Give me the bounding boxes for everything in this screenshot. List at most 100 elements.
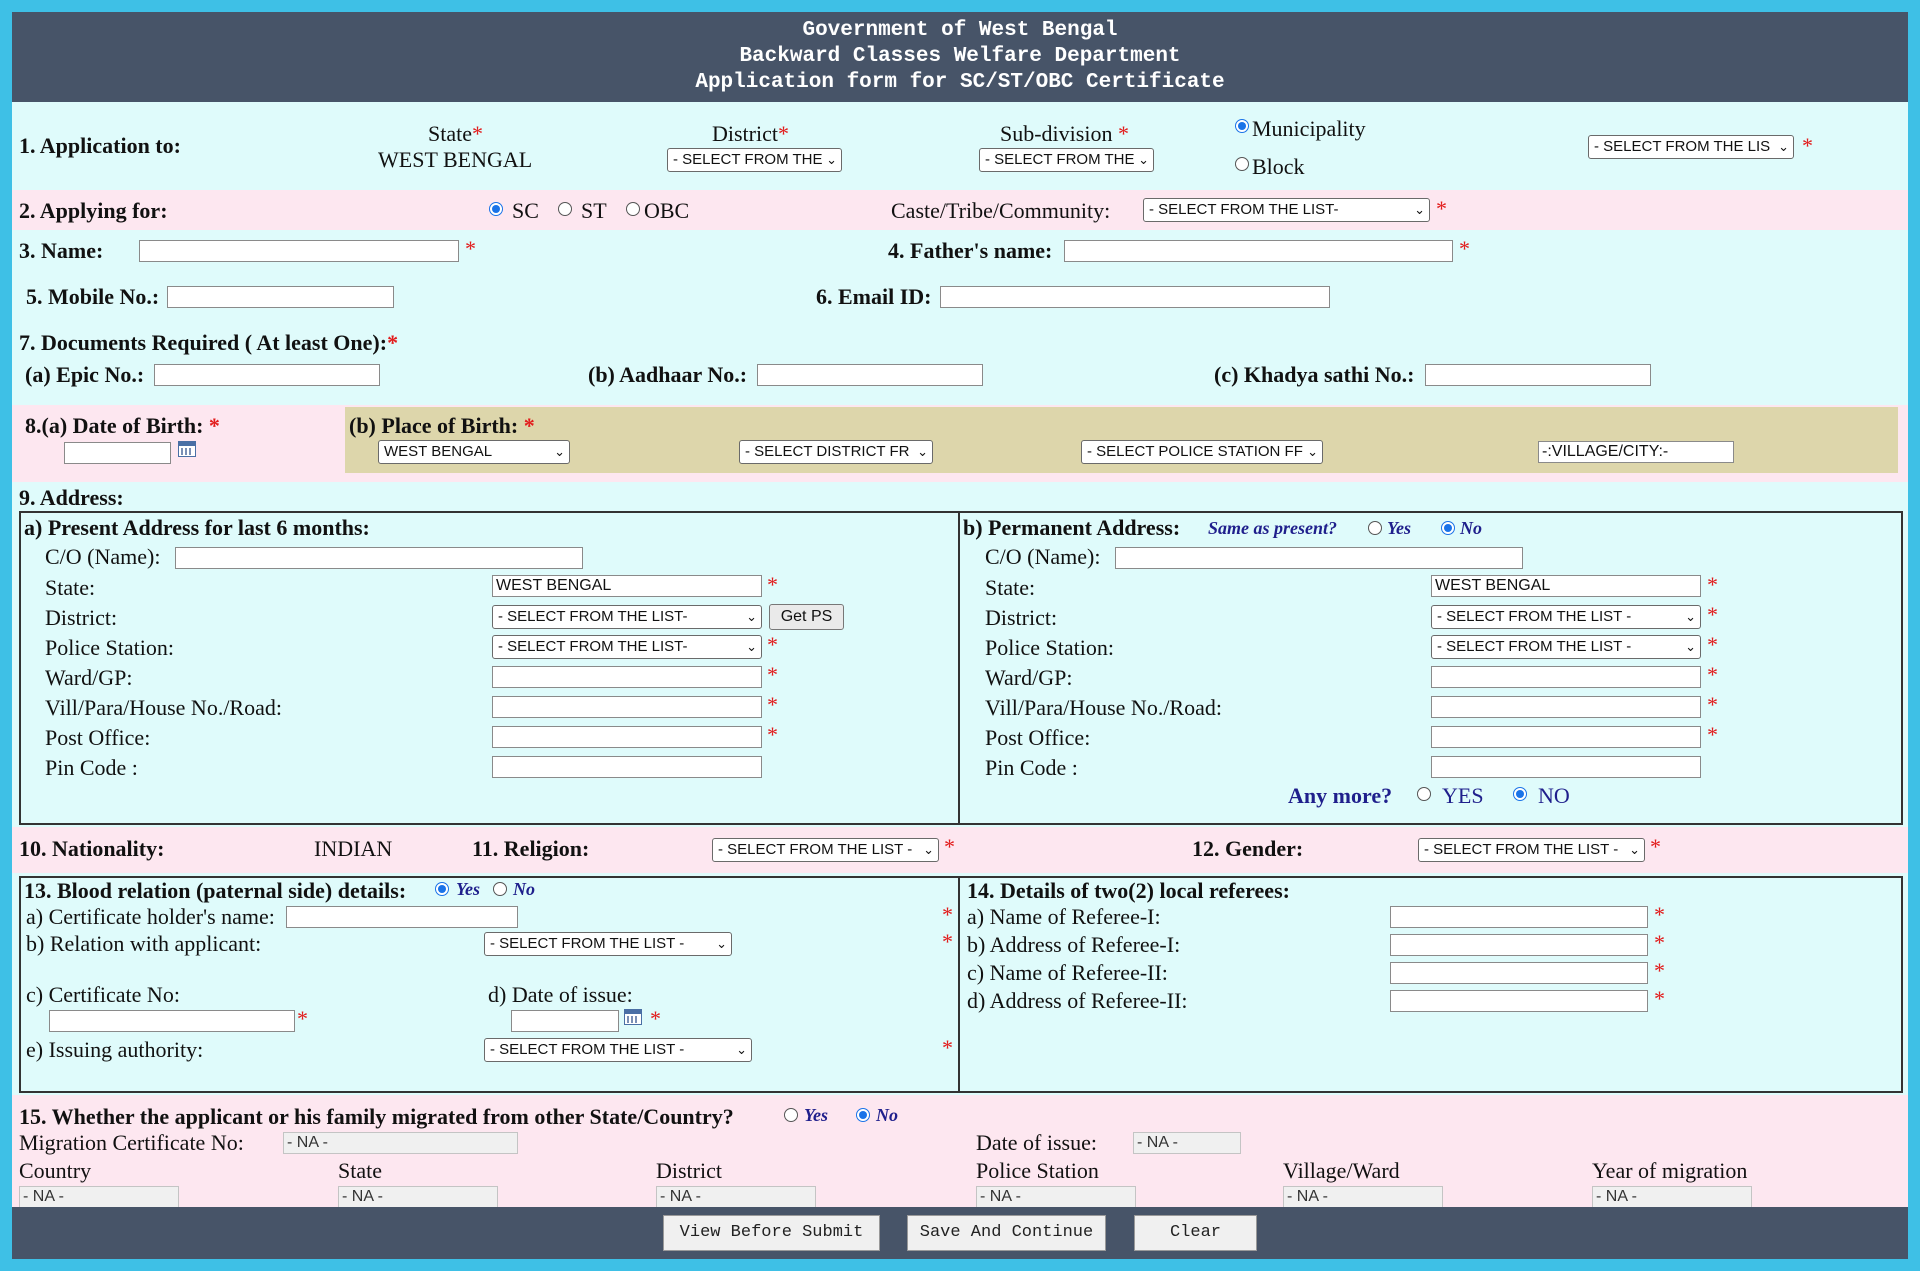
municipality-block-select[interactable]: - SELECT FROM THE LIS ⌄ <box>1588 135 1794 159</box>
present-police-station-select[interactable]: - SELECT FROM THE LIST- ⌄ <box>492 635 762 659</box>
calendar-icon[interactable] <box>178 441 196 457</box>
migration-date-input[interactable]: - NA - <box>1133 1132 1241 1154</box>
perm-ward-input[interactable] <box>1431 666 1701 688</box>
referee2-address-label: d) Address of Referee-II: <box>967 988 1188 1013</box>
required-mark: * <box>942 902 953 927</box>
mobile-input[interactable] <box>167 286 394 308</box>
form-header: Government of West Bengal Backward Class… <box>12 12 1908 102</box>
issue-date-input[interactable] <box>511 1010 619 1032</box>
birth-village-input[interactable]: -:VILLAGE/CITY:- <box>1538 441 1734 463</box>
perm-state-input[interactable]: WEST BENGAL <box>1431 575 1701 597</box>
khadya-input[interactable] <box>1425 364 1651 386</box>
perm-ps-label: Police Station: <box>985 635 1114 660</box>
certificate-no-input[interactable] <box>49 1010 295 1032</box>
issuing-authority-select[interactable]: - SELECT FROM THE LIST - ⌄ <box>484 1038 752 1062</box>
s1-label: 1. Application to: <box>19 133 181 158</box>
referee1-address-input[interactable] <box>1390 934 1648 956</box>
nationality-value: INDIAN <box>314 836 393 861</box>
perm-ward-label: Ward/GP: <box>985 665 1073 690</box>
referee2-name-label: c) Name of Referee-II: <box>967 960 1168 985</box>
mig-year-input[interactable]: - NA - <box>1592 1186 1752 1208</box>
country-input[interactable]: - NA - <box>19 1186 179 1208</box>
present-district-select[interactable]: - SELECT FROM THE LIST- ⌄ <box>492 605 762 629</box>
same-no-radio[interactable] <box>1441 521 1455 535</box>
caste-select[interactable]: - SELECT FROM THE LIST- ⌄ <box>1143 198 1430 222</box>
s7-label: 7. Documents Required ( At least One):* <box>19 330 399 355</box>
perm-district-select[interactable]: - SELECT FROM THE LIST - ⌄ <box>1431 605 1701 629</box>
gender-select[interactable]: - SELECT FROM THE LIST - ⌄ <box>1418 838 1645 862</box>
subdivision-select[interactable]: - SELECT FROM THE ⌄ <box>979 148 1154 172</box>
present-vill-input[interactable] <box>492 696 762 718</box>
get-ps-button[interactable]: Get PS <box>769 604 844 630</box>
application-district-select[interactable]: - SELECT FROM THE ⌄ <box>667 148 842 172</box>
migration-cert-input[interactable]: - NA - <box>283 1132 518 1154</box>
mig-ps-input[interactable]: - NA - <box>976 1186 1136 1208</box>
migrated-no-label: No <box>876 1105 898 1125</box>
perm-co-input[interactable] <box>1115 547 1523 569</box>
required-mark: * <box>1707 722 1718 747</box>
birth-district-select[interactable]: - SELECT DISTRICT FR ⌄ <box>739 440 933 464</box>
calendar-icon[interactable] <box>624 1009 642 1025</box>
migrated-yes-radio[interactable] <box>784 1108 798 1122</box>
present-pin-input[interactable] <box>492 756 762 778</box>
state-value: WEST BENGAL <box>378 147 533 172</box>
blood-relation-no-radio[interactable] <box>493 882 507 896</box>
referee2-address-input[interactable] <box>1390 990 1648 1012</box>
s13-label: 13. Blood relation (paternal side) detai… <box>24 878 407 903</box>
any-more-yes-radio[interactable] <box>1417 787 1431 801</box>
chevron-down-icon: ⌄ <box>746 609 757 624</box>
same-yes-radio[interactable] <box>1368 521 1382 535</box>
sc-radio[interactable] <box>489 202 503 216</box>
birth-state-select[interactable]: WEST BENGAL ⌄ <box>378 440 570 464</box>
holder-name-input[interactable] <box>286 906 518 928</box>
municipality-radio[interactable] <box>1235 119 1249 133</box>
s15-label: 15. Whether the applicant or his family … <box>19 1104 734 1129</box>
mig-district-input[interactable]: - NA - <box>656 1186 816 1208</box>
obc-radio[interactable] <box>626 202 640 216</box>
present-ward-label: Ward/GP: <box>45 665 133 690</box>
migrated-no-radio[interactable] <box>856 1108 870 1122</box>
required-mark: * <box>1707 602 1718 627</box>
required-mark: * <box>942 929 953 954</box>
view-before-submit-button[interactable]: View Before Submit <box>663 1215 880 1251</box>
dob-label: 8.(a) Date of Birth: * <box>25 413 220 438</box>
present-state-input[interactable]: WEST BENGAL <box>492 575 762 597</box>
perm-po-input[interactable] <box>1431 726 1701 748</box>
blood-relation-yes-radio[interactable] <box>435 882 449 896</box>
save-and-continue-button[interactable]: Save And Continue <box>907 1215 1106 1251</box>
aadhaar-input[interactable] <box>757 364 983 386</box>
chevron-down-icon: ⌄ <box>736 1042 747 1057</box>
present-ward-input[interactable] <box>492 666 762 688</box>
required-mark: * <box>1436 196 1447 221</box>
chevron-down-icon: ⌄ <box>716 936 727 951</box>
referee2-name-input[interactable] <box>1390 962 1648 984</box>
chevron-down-icon: ⌄ <box>1307 444 1318 459</box>
select-text: - SELECT FROM THE LIST - <box>490 935 685 952</box>
st-radio[interactable] <box>558 202 572 216</box>
birth-police-station-select[interactable]: - SELECT POLICE STATION FF ⌄ <box>1081 440 1323 464</box>
any-more-no-radio[interactable] <box>1513 787 1527 801</box>
required-mark: * <box>1654 902 1665 927</box>
present-po-input[interactable] <box>492 726 762 748</box>
mig-village-input[interactable]: - NA - <box>1283 1186 1443 1208</box>
present-co-input[interactable] <box>175 547 583 569</box>
perm-pin-input[interactable] <box>1431 756 1701 778</box>
perm-vill-input[interactable] <box>1431 696 1701 718</box>
clear-button[interactable]: Clear <box>1134 1215 1257 1251</box>
mig-state-input[interactable]: - NA - <box>338 1186 498 1208</box>
header-line-government: Government of West Bengal <box>802 19 1118 42</box>
perm-co-label: C/O (Name): <box>985 544 1101 569</box>
email-input[interactable] <box>940 286 1330 308</box>
name-input[interactable] <box>139 240 459 262</box>
referee1-name-input[interactable] <box>1390 906 1648 928</box>
dob-input[interactable] <box>64 442 171 464</box>
father-name-input[interactable] <box>1064 240 1453 262</box>
s4-label: 4. Father's name: <box>888 238 1053 263</box>
required-mark: * <box>650 1006 661 1031</box>
relation-select[interactable]: - SELECT FROM THE LIST - ⌄ <box>484 932 732 956</box>
required-mark: * <box>767 722 778 747</box>
perm-police-station-select[interactable]: - SELECT FROM THE LIST - ⌄ <box>1431 635 1701 659</box>
block-radio[interactable] <box>1235 157 1249 171</box>
religion-select[interactable]: - SELECT FROM THE LIST - ⌄ <box>712 838 939 862</box>
epic-input[interactable] <box>154 364 380 386</box>
